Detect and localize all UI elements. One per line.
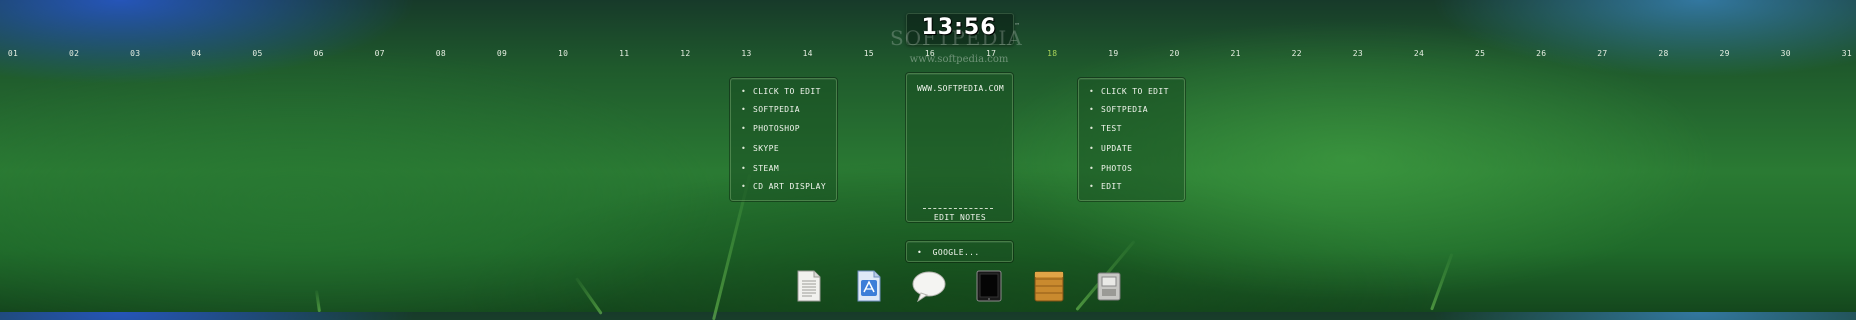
calendar-day[interactable]: 28: [1653, 49, 1675, 58]
calendar-day[interactable]: 13: [736, 49, 758, 58]
launcher-item-label: CLICK TO EDIT: [1101, 87, 1169, 96]
bullet-icon: •: [741, 144, 747, 153]
calendar-day[interactable]: 23: [1347, 49, 1369, 58]
launcher-item-label: SKYPE: [753, 144, 780, 153]
launcher-item[interactable]: • SOFTPEDIA: [1089, 105, 1148, 114]
calendar-day[interactable]: 17: [980, 49, 1002, 58]
bullet-icon: •: [1089, 124, 1095, 133]
grass-blade: [1430, 253, 1454, 311]
launcher-item-label: CD ART DISPLAY: [753, 182, 827, 191]
search-input[interactable]: • GOOGLE...: [917, 248, 980, 257]
speech-bubble-icon[interactable]: [912, 270, 946, 303]
launcher-item-label: EDIT: [1101, 182, 1122, 191]
bullet-icon: •: [741, 87, 747, 96]
launcher-item-label: PHOTOSHOP: [753, 124, 800, 133]
launcher-item[interactable]: • UPDATE: [1089, 144, 1132, 153]
notes-panel[interactable]: WWW.SOFTPEDIA.COM EDIT NOTES: [906, 73, 1013, 222]
notes-text[interactable]: WWW.SOFTPEDIA.COM: [917, 84, 1004, 93]
calendar-day[interactable]: 01: [2, 49, 24, 58]
calendar-day[interactable]: 19: [1102, 49, 1124, 58]
calendar-day[interactable]: 25: [1469, 49, 1491, 58]
calendar-day[interactable]: 29: [1714, 49, 1736, 58]
calendar-day[interactable]: 24: [1408, 49, 1430, 58]
app-document-icon[interactable]: [855, 270, 883, 302]
tablet-icon[interactable]: [975, 270, 1003, 302]
launcher-item[interactable]: • PHOTOS: [1089, 164, 1132, 173]
left-launcher-panel: • CLICK TO EDIT • SOFTPEDIA • PHOTOSHOP • SK…: [730, 78, 837, 201]
bullet-icon: •: [1089, 164, 1095, 173]
document-icon[interactable]: [795, 270, 823, 302]
search-box[interactable]: • GOOGLE...: [906, 241, 1013, 262]
calendar-day[interactable]: 16: [919, 49, 941, 58]
grass-blade: [314, 290, 321, 313]
calendar-day[interactable]: 22: [1286, 49, 1308, 58]
calendar-day[interactable]: 26: [1530, 49, 1552, 58]
bullet-icon: •: [741, 124, 747, 133]
calendar-day[interactable]: 21: [1225, 49, 1247, 58]
launcher-item[interactable]: • PHOTOSHOP: [741, 124, 800, 133]
watermark-trademark: ™: [1015, 22, 1020, 30]
bullet-icon: •: [741, 182, 747, 191]
calendar-day[interactable]: 05: [247, 49, 269, 58]
bullet-icon: •: [741, 164, 747, 173]
launcher-item-label: SOFTPEDIA: [1101, 105, 1148, 114]
bullet-icon: •: [1089, 144, 1095, 153]
bullet-icon: •: [1089, 105, 1095, 114]
drive-icon[interactable]: [1095, 270, 1123, 302]
calendar-day-strip: 01 02 03 04 05 06 07 08 09 10 11 12 13 14 15 16 17 18 19 20…: [0, 49, 1856, 63]
calendar-day[interactable]: 30: [1775, 49, 1797, 58]
calendar-day[interactable]: 02: [63, 49, 85, 58]
edit-notes-button[interactable]: EDIT NOTES: [907, 213, 1013, 222]
launcher-item[interactable]: • EDIT: [1089, 182, 1122, 191]
calendar-day[interactable]: 07: [369, 49, 391, 58]
launcher-item[interactable]: • CLICK TO EDIT: [1089, 87, 1169, 96]
launcher-item-label: UPDATE: [1101, 144, 1133, 153]
calendar-day[interactable]: 18: [1041, 49, 1063, 58]
calendar-day[interactable]: 10: [552, 49, 574, 58]
calendar-day[interactable]: 11: [613, 49, 635, 58]
grass-blade: [575, 277, 603, 315]
launcher-item[interactable]: • STEAM: [741, 164, 779, 173]
calendar-day[interactable]: 27: [1591, 49, 1613, 58]
bullet-icon: •: [1089, 87, 1095, 96]
launcher-item-label: STEAM: [753, 164, 780, 173]
calendar-day[interactable]: 20: [1163, 49, 1185, 58]
calendar-day[interactable]: 03: [124, 49, 146, 58]
calendar-day[interactable]: 09: [491, 49, 513, 58]
bullet-icon: •: [1089, 182, 1095, 191]
launcher-item-label: SOFTPEDIA: [753, 105, 800, 114]
calendar-day[interactable]: 14: [797, 49, 819, 58]
launcher-item[interactable]: • CLICK TO EDIT: [741, 87, 821, 96]
bullet-icon: •: [917, 248, 923, 257]
calendar-day[interactable]: 31: [1836, 49, 1856, 58]
launcher-item[interactable]: • SKYPE: [741, 144, 779, 153]
launcher-item-label: CLICK TO EDIT: [753, 87, 821, 96]
calendar-day[interactable]: 12: [674, 49, 696, 58]
right-launcher-panel: • CLICK TO EDIT • SOFTPEDIA • TEST • UPDATE …: [1078, 78, 1185, 201]
launcher-item[interactable]: • SOFTPEDIA: [741, 105, 800, 114]
clock-time: 13:56: [921, 15, 997, 40]
notes-divider: [923, 208, 993, 209]
calendar-day[interactable]: 08: [430, 49, 452, 58]
search-placeholder: GOOGLE...: [932, 248, 980, 257]
launcher-item-label: TEST: [1101, 124, 1122, 133]
launcher-item[interactable]: • TEST: [1089, 124, 1122, 133]
launcher-item-label: PHOTOS: [1101, 164, 1133, 173]
wooden-box-icon[interactable]: [1034, 270, 1064, 302]
bullet-icon: •: [741, 105, 747, 114]
calendar-day[interactable]: 06: [308, 49, 330, 58]
launcher-item[interactable]: • CD ART DISPLAY: [741, 182, 826, 191]
calendar-day[interactable]: 04: [185, 49, 207, 58]
calendar-day[interactable]: 15: [858, 49, 880, 58]
